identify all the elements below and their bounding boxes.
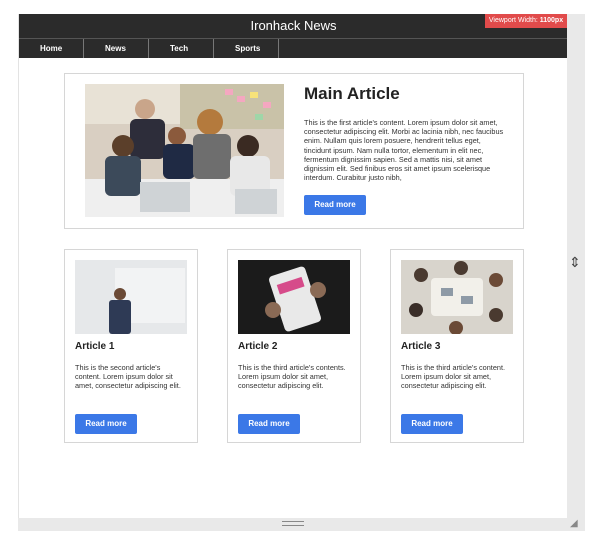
main-article-card: Main Article This is the first article's… [64, 73, 524, 229]
article-2-image [238, 260, 350, 334]
main-read-more-button[interactable]: Read more [304, 195, 366, 215]
article-3-title: Article 3 [401, 341, 441, 352]
viewport-frame: Ironhack News Home News Tech Sports Main… [18, 14, 568, 518]
nav-item-tech[interactable]: Tech [149, 39, 214, 58]
article-3-read-more-button[interactable]: Read more [401, 414, 463, 434]
article-1-read-more-button[interactable]: Read more [75, 414, 137, 434]
resize-handle-icon[interactable]: ⇕ [569, 254, 581, 271]
viewport-width-badge: Viewport Width: 1100px [485, 14, 567, 28]
article-2-title: Article 2 [238, 341, 278, 352]
article-2-text: This is the third article's contents. Lo… [238, 363, 346, 391]
article-card-1: Article 1 This is the second article's c… [64, 249, 198, 443]
main-article-text: This is the first article's content. Lor… [304, 118, 504, 183]
article-3-image [401, 260, 513, 334]
main-nav: Home News Tech Sports [19, 38, 568, 58]
corner-resize-icon[interactable]: ◢ [570, 518, 578, 529]
main-article-title: Main Article [304, 84, 400, 103]
article-card-2: Article 2 This is the third article's co… [227, 249, 361, 443]
article-1-text: This is the second article's content. Lo… [75, 363, 181, 391]
nav-item-home[interactable]: Home [19, 39, 84, 58]
article-3-text: This is the third article's content. Lor… [401, 363, 505, 391]
viewport-width-value: 1100px [539, 17, 564, 24]
nav-item-sports[interactable]: Sports [214, 39, 279, 58]
article-1-image [75, 260, 187, 334]
article-card-3: Article 3 This is the third article's co… [390, 249, 524, 443]
main-article-image [85, 84, 284, 217]
viewport-width-label: Viewport Width: [488, 17, 538, 24]
nav-item-news[interactable]: News [84, 39, 149, 58]
article-1-title: Article 1 [75, 341, 115, 352]
site-title: Ironhack News [250, 18, 337, 33]
article-2-read-more-button[interactable]: Read more [238, 414, 300, 434]
drag-grip-icon[interactable] [282, 521, 304, 526]
